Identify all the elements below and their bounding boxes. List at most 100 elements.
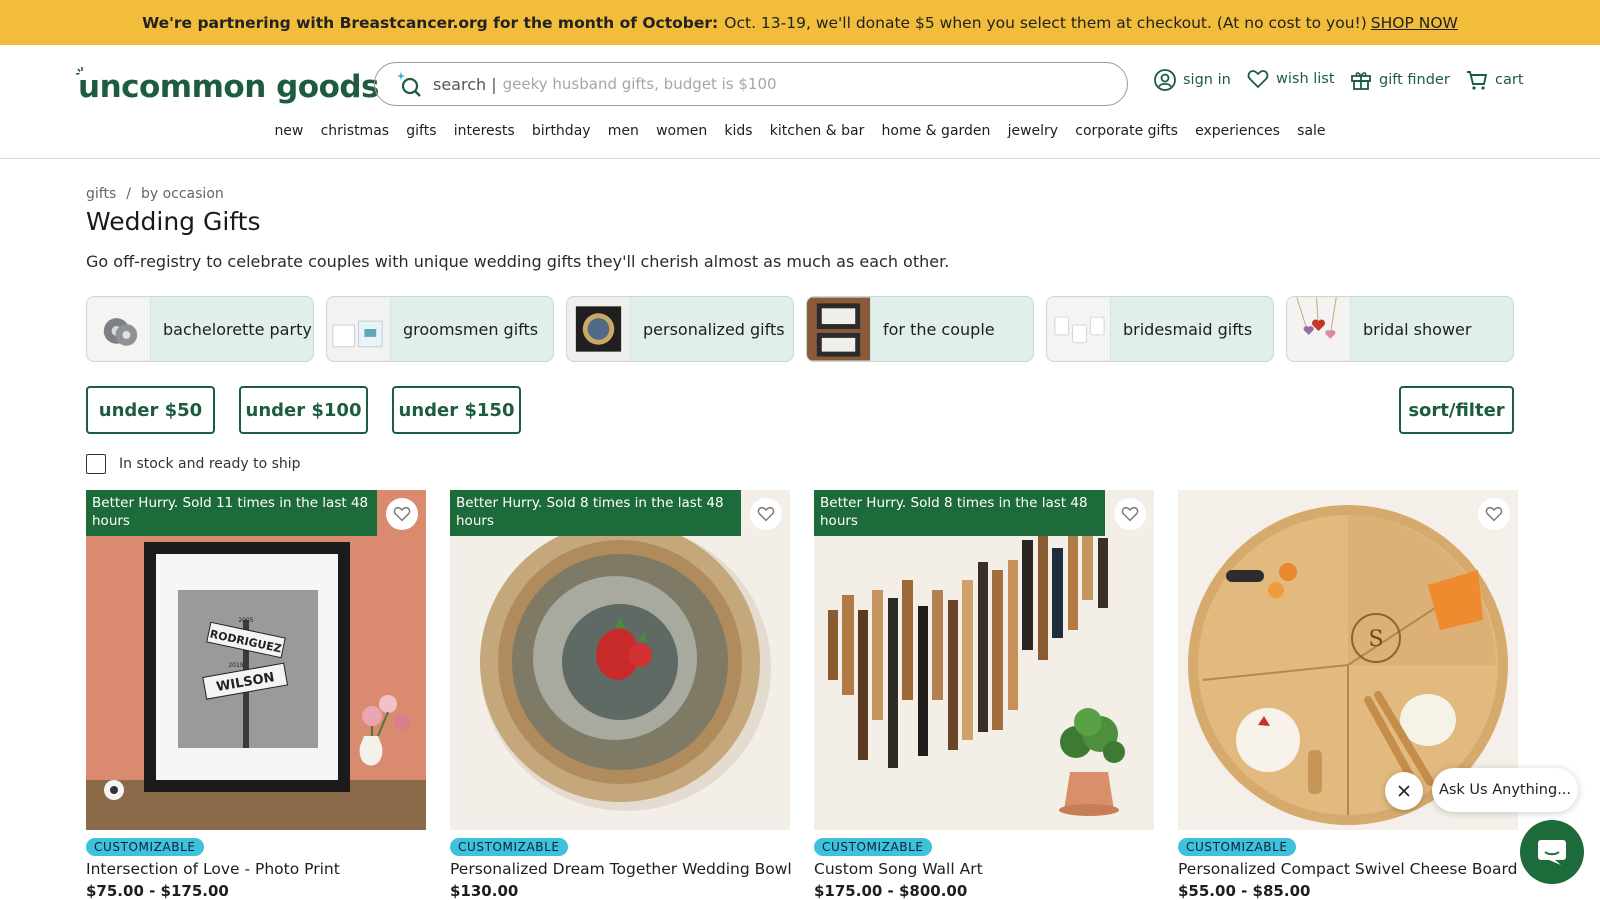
product-price: $175.00 - $800.00 (814, 882, 968, 900)
wishlist-button[interactable] (1114, 498, 1146, 530)
customizable-badge: CUSTOMIZABLE (86, 838, 204, 856)
sign-year-bottom: 2019 (228, 662, 243, 669)
gift-finder-link[interactable]: gift finder (1350, 69, 1450, 91)
heart-icon (393, 506, 411, 522)
product-card[interactable]: RODRIGUEZ WILSON 2005 2019 Better Hurry.… (86, 490, 426, 900)
wishlist-button[interactable] (1478, 498, 1510, 530)
site-header: uncommon goods search | sign in wish lis… (0, 45, 1600, 159)
customizable-badge: CUSTOMIZABLE (450, 838, 568, 856)
chat-prompt-bubble[interactable]: Ask Us Anything... (1432, 768, 1578, 812)
chip-for-the-couple[interactable]: for the couple (806, 296, 1034, 362)
in-stock-filter[interactable]: In stock and ready to ship (86, 454, 301, 474)
nav-item-jewelry[interactable]: jewelry (999, 123, 1067, 139)
close-icon (1398, 785, 1410, 797)
chat-close-button[interactable] (1385, 772, 1423, 810)
page-title: Wedding Gifts (86, 207, 261, 236)
nav-item-kids[interactable]: kids (716, 123, 761, 139)
main-nav: new christmas gifts interests birthday m… (0, 123, 1600, 139)
chip-bridal-shower[interactable]: bridal shower (1286, 296, 1514, 362)
chip-personalized-gifts[interactable]: personalized gifts (566, 296, 794, 362)
promo-bold-text: We're partnering with Breastcancer.org f… (142, 13, 719, 32)
nav-item-christmas[interactable]: christmas (312, 123, 398, 139)
chip-label: bridal shower (1363, 319, 1472, 339)
product-name[interactable]: Intersection of Love - Photo Print (86, 860, 426, 878)
nav-item-kitchen-bar[interactable]: kitchen & bar (761, 123, 873, 139)
nav-item-men[interactable]: men (599, 123, 647, 139)
nav-item-birthday[interactable]: birthday (523, 123, 599, 139)
heart-icon (1121, 506, 1139, 522)
nav-item-experiences[interactable]: experiences (1186, 123, 1288, 139)
chip-label: bridesmaid gifts (1123, 319, 1253, 339)
chip-thumbnail (1287, 297, 1351, 361)
gift-finder-label: gift finder (1379, 72, 1450, 88)
logo-spark-icon (76, 67, 83, 75)
nav-item-corporate-gifts[interactable]: corporate gifts (1067, 123, 1187, 139)
chip-thumbnail (87, 297, 151, 361)
product-name[interactable]: Personalized Compact Swivel Cheese Board (1178, 860, 1518, 878)
category-chips: bachelorette party groomsmen gifts perso… (86, 296, 1514, 362)
nav-item-home-garden[interactable]: home & garden (873, 123, 999, 139)
product-photo: RODRIGUEZ WILSON 2005 2019 (86, 490, 426, 830)
under-50-button[interactable]: under $50 (86, 386, 215, 434)
cart-link[interactable]: cart (1466, 69, 1524, 91)
product-card[interactable]: Better Hurry. Sold 8 times in the last 4… (450, 490, 792, 900)
product-card[interactable]: Better Hurry. Sold 8 times in the last 4… (814, 490, 1154, 900)
chip-groomsmen-gifts[interactable]: groomsmen gifts (326, 296, 554, 362)
product-image[interactable]: RODRIGUEZ WILSON 2005 2019 Better Hurry.… (86, 490, 426, 830)
heart-icon (1247, 70, 1269, 89)
chip-label: groomsmen gifts (403, 319, 539, 339)
product-image[interactable]: Better Hurry. Sold 8 times in the last 4… (814, 490, 1154, 830)
logo[interactable]: uncommon goods (76, 65, 380, 109)
logo-text: uncommon goods (78, 69, 380, 105)
chip-label: for the couple (883, 319, 995, 339)
user-icon (1154, 69, 1176, 91)
sign-in-label: sign in (1183, 72, 1231, 88)
sort-filter-button[interactable]: sort/filter (1399, 386, 1514, 434)
nav-item-women[interactable]: women (647, 123, 715, 139)
customizable-badge: CUSTOMIZABLE (814, 838, 932, 856)
shop-now-link[interactable]: SHOP NOW (1371, 14, 1458, 32)
chip-thumbnail (1047, 297, 1111, 361)
under-100-button[interactable]: under $100 (239, 386, 368, 434)
chip-bachelorette-party[interactable]: bachelorette party (86, 296, 314, 362)
nav-item-interests[interactable]: interests (445, 123, 523, 139)
product-price: $55.00 - $85.00 (1178, 882, 1311, 900)
chip-thumbnail (327, 297, 391, 361)
urgency-banner: Better Hurry. Sold 11 times in the last … (86, 490, 377, 536)
chat-open-button[interactable] (1520, 820, 1584, 884)
wish-list-link[interactable]: wish list (1247, 69, 1335, 89)
nav-item-new[interactable]: new (266, 123, 312, 139)
urgency-banner: Better Hurry. Sold 8 times in the last 4… (814, 490, 1105, 536)
search-bar[interactable]: search | (374, 62, 1128, 106)
wishlist-button[interactable] (386, 498, 418, 530)
product-name[interactable]: Personalized Dream Together Wedding Bowl (450, 860, 792, 878)
nav-item-gifts[interactable]: gifts (398, 123, 445, 139)
product-name[interactable]: Custom Song Wall Art (814, 860, 1154, 878)
product-price: $130.00 (450, 882, 519, 900)
in-stock-checkbox[interactable] (86, 454, 106, 474)
sign-in-link[interactable]: sign in (1154, 69, 1231, 91)
search-input[interactable] (502, 75, 1103, 93)
nav-item-sale[interactable]: sale (1289, 123, 1335, 139)
under-150-button[interactable]: under $150 (392, 386, 521, 434)
chip-thumbnail (807, 297, 871, 361)
wishlist-button[interactable] (750, 498, 782, 530)
product-card[interactable]: S CUSTOMIZABLE Personalized Compact Swiv… (1178, 490, 1518, 900)
product-photo (450, 490, 790, 830)
sign-year-top: 2005 (238, 617, 253, 624)
in-stock-label: In stock and ready to ship (119, 456, 301, 472)
cart-label: cart (1495, 72, 1524, 88)
urgency-banner: Better Hurry. Sold 8 times in the last 4… (450, 490, 741, 536)
breadcrumb-separator: / (126, 186, 131, 202)
promo-text: Oct. 13-19, we'll donate $5 when you sel… (724, 13, 1367, 32)
breadcrumb-by-occasion[interactable]: by occasion (141, 186, 224, 202)
search-label: search | (433, 74, 497, 94)
chip-thumbnail (567, 297, 631, 361)
cart-icon (1467, 71, 1488, 90)
breadcrumb-gifts[interactable]: gifts (86, 186, 116, 202)
chip-bridesmaid-gifts[interactable]: bridesmaid gifts (1046, 296, 1274, 362)
product-photo (814, 490, 1154, 830)
ai-search-icon (397, 72, 421, 97)
page-description: Go off-registry to celebrate couples wit… (86, 252, 950, 271)
product-image[interactable]: Better Hurry. Sold 8 times in the last 4… (450, 490, 790, 830)
